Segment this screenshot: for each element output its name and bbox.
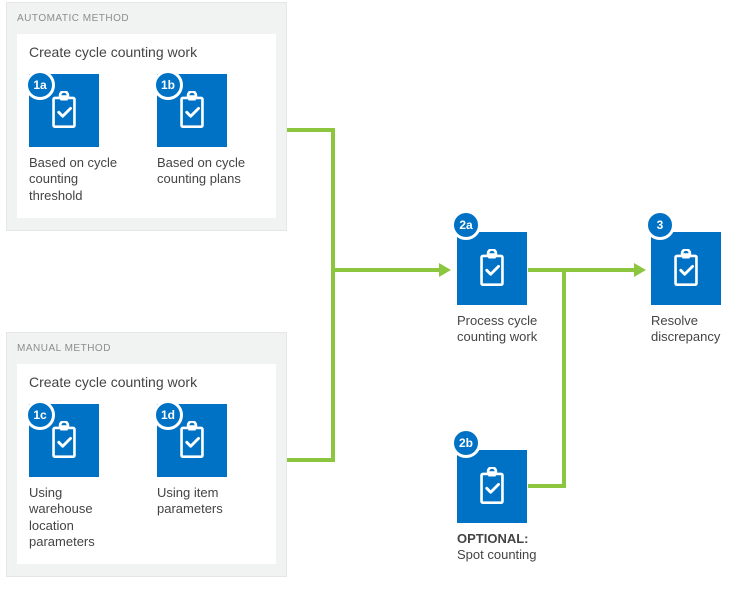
step-1a: 1a Based on cycle counting threshold [29, 74, 129, 204]
connector [287, 458, 335, 462]
step-label: Resolve discrepancy [651, 313, 735, 346]
step-2b: 2b OPTIONAL: Spot counting [457, 450, 577, 564]
step-badge: 1a [25, 70, 55, 100]
step-1b: 1b Based on cycle counting plans [157, 74, 257, 204]
clipboard-check-icon [475, 467, 509, 507]
step-label-text: Spot counting [457, 547, 537, 562]
connector [331, 128, 335, 462]
clipboard-check-icon [175, 91, 209, 131]
card-automatic: Create cycle counting work 1a Based on c… [17, 34, 276, 218]
step-1d: 1d Using item parameters [157, 404, 257, 550]
step-badge: 2b [451, 428, 481, 458]
optional-prefix: OPTIONAL: [457, 531, 529, 546]
step-label: Process cycle counting work [457, 313, 567, 346]
arrow-icon [439, 263, 451, 277]
step-label: Using item parameters [157, 485, 257, 518]
step-badge: 1b [153, 70, 183, 100]
clipboard-check-icon [475, 249, 509, 289]
step-label: Based on cycle counting plans [157, 155, 257, 188]
step-3: 3 Resolve discrepancy [651, 232, 735, 346]
clipboard-check-icon [47, 421, 81, 461]
automatic-method-panel: AUTOMATIC METHOD Create cycle counting w… [6, 2, 287, 231]
step-label: OPTIONAL: Spot counting [457, 531, 577, 564]
step-badge: 2a [451, 210, 481, 240]
step-tile [651, 232, 721, 305]
card-manual: Create cycle counting work 1c Using ware… [17, 364, 276, 564]
step-2a: 2a Process cycle counting work [457, 232, 567, 346]
step-badge: 1d [153, 400, 183, 430]
step-tile [457, 450, 527, 523]
card-title: Create cycle counting work [29, 374, 264, 390]
card-title: Create cycle counting work [29, 44, 264, 60]
step-badge: 1c [25, 400, 55, 430]
manual-method-panel: MANUAL METHOD Create cycle counting work… [6, 332, 287, 577]
step-badge: 3 [645, 210, 675, 240]
panel-label: AUTOMATIC METHOD [17, 13, 276, 24]
step-tile [457, 232, 527, 305]
arrow-icon [634, 263, 646, 277]
clipboard-check-icon [175, 421, 209, 461]
connector [287, 128, 335, 132]
step-label: Using warehouse location parameters [29, 485, 129, 550]
clipboard-check-icon [47, 91, 81, 131]
panel-label: MANUAL METHOD [17, 343, 276, 354]
clipboard-check-icon [669, 249, 703, 289]
connector [331, 268, 441, 272]
step-label: Based on cycle counting threshold [29, 155, 129, 204]
step-1c: 1c Using warehouse location parameters [29, 404, 129, 550]
